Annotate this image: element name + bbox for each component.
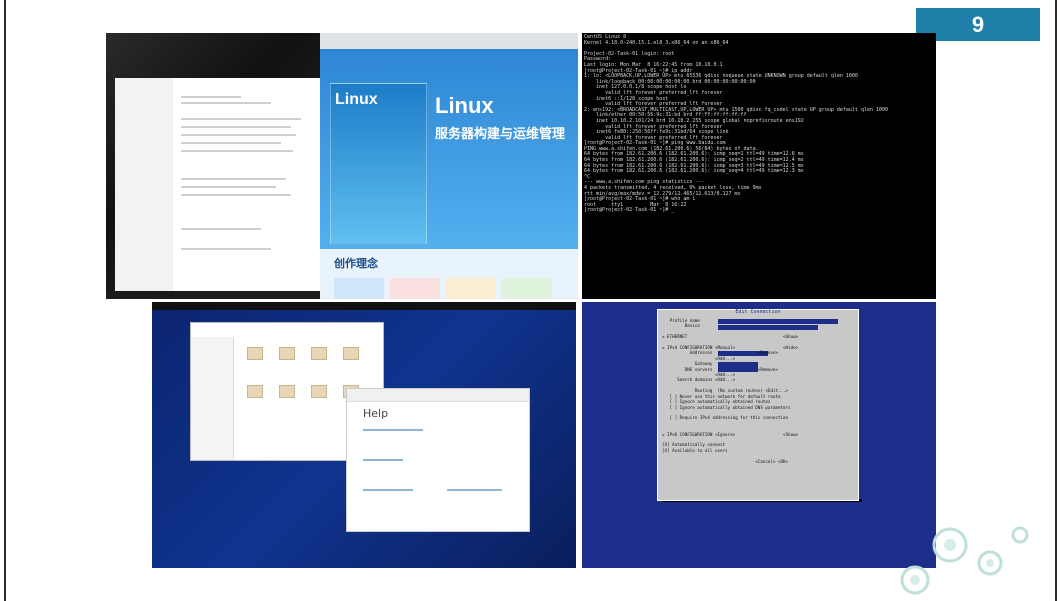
file-manager-sidebar bbox=[191, 337, 234, 460]
browser-toolbar bbox=[320, 33, 578, 49]
gnome-top-bar bbox=[152, 302, 576, 310]
linux-desktop-screenshot: Help bbox=[152, 302, 576, 568]
help-window: Help bbox=[346, 388, 530, 532]
folder-icon bbox=[311, 347, 327, 360]
feature-card bbox=[502, 278, 552, 299]
settings-nav bbox=[115, 78, 173, 293]
windows-taskbar bbox=[106, 291, 320, 299]
slide-frame-left bbox=[4, 0, 6, 601]
dialog-content: Profile name Device = ETHERNET <Show> = … bbox=[662, 318, 799, 464]
section-heading: 创作理念 bbox=[334, 257, 378, 270]
dialog-title: Edit Connection bbox=[735, 309, 781, 315]
folder-icon bbox=[247, 385, 263, 398]
book-cover-title: Linux bbox=[335, 91, 378, 108]
folder-icon bbox=[279, 385, 295, 398]
folder-icon bbox=[311, 385, 327, 398]
folder-icon bbox=[343, 347, 359, 360]
feature-card bbox=[446, 278, 496, 299]
terminal-screenshot: CentOS Linux 8 Kernel 4.18.0-240.15.1.el… bbox=[582, 33, 936, 299]
folder-icon bbox=[279, 347, 295, 360]
help-heading: Help bbox=[363, 407, 389, 420]
folder-icon bbox=[247, 347, 263, 360]
edit-connection-dialog: Edit Connection Profile name Device = ET… bbox=[657, 309, 859, 501]
terminal-output: CentOS Linux 8 Kernel 4.18.0-240.15.1.el… bbox=[584, 34, 889, 214]
gears-decoration-icon bbox=[900, 526, 1029, 595]
banner-title: Linux bbox=[435, 93, 494, 118]
feature-card bbox=[390, 278, 440, 299]
banner-subtitle: 服务器构建与运维管理 bbox=[435, 127, 566, 142]
feature-card bbox=[334, 278, 384, 299]
windows-desktop-screenshot bbox=[106, 33, 320, 299]
settings-window bbox=[115, 78, 320, 293]
slide-frame-right bbox=[1055, 0, 1057, 601]
browser-screenshot: Linux Linux 服务器构建与运维管理 创作理念 bbox=[320, 33, 578, 299]
